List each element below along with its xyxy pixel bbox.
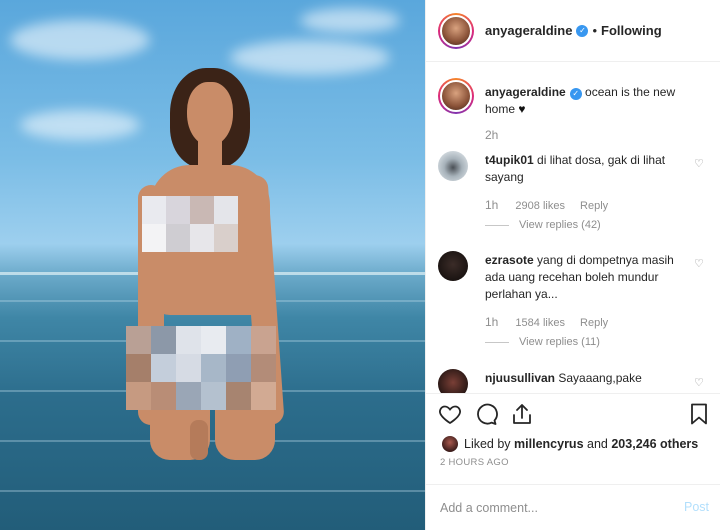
comment-username[interactable]: t4upik01	[485, 153, 534, 167]
black-heart-emoji: ♥	[518, 102, 526, 116]
caption-text-block: anyageraldine ✓ ocean is the new home ♥	[485, 84, 690, 118]
verified-badge-icon: ✓	[569, 88, 582, 100]
wave	[0, 490, 425, 492]
author-username[interactable]: anyageraldine	[485, 23, 572, 38]
comment-meta: 1h 2908 likes Reply	[485, 198, 620, 212]
wave	[0, 440, 425, 442]
commenter-avatar[interactable]	[438, 251, 468, 281]
comment-text: Sayaaang,pake	[558, 371, 642, 385]
following-button[interactable]: Following	[601, 23, 662, 38]
reply-button[interactable]: Reply	[580, 317, 608, 329]
liked-by-and: and	[587, 437, 608, 451]
post-image[interactable]	[0, 0, 425, 530]
caption-time: 2h	[485, 128, 499, 142]
figure-hand	[190, 420, 208, 460]
caption-author-avatar[interactable]	[438, 78, 474, 114]
verified-badge-icon: ✓	[576, 24, 589, 37]
share-icon[interactable]	[510, 402, 534, 426]
comment-icon[interactable]	[474, 402, 498, 426]
liked-by-line: Liked by millencyrus and 203,246 others	[442, 436, 698, 452]
cloud-shape	[10, 20, 150, 60]
caption-meta: 2h	[485, 128, 512, 142]
bookmark-icon[interactable]	[687, 402, 711, 426]
post-actions: Liked by millencyrus and 203,246 others …	[426, 393, 720, 475]
comment-like-heart-icon[interactable]: ♡	[694, 378, 705, 389]
action-icons	[438, 402, 534, 426]
comment-item: t4upik01 di lihat dosa, gak di lihat say…	[438, 151, 713, 241]
figure-face	[187, 82, 233, 146]
cloud-shape	[20, 110, 140, 140]
comment-input[interactable]	[440, 498, 660, 518]
post-sidebar: anyageraldine ✓ • Following anyageraldin…	[425, 0, 720, 530]
commenter-avatar[interactable]	[438, 369, 468, 393]
comment-likes[interactable]: 2908 likes	[515, 200, 565, 212]
avatar-photo	[440, 80, 472, 112]
reply-button[interactable]: Reply	[580, 200, 608, 212]
liked-by-prefix: Liked by	[464, 437, 511, 451]
comment-item: njuusullivan Sayaaang,pake ♡	[438, 369, 713, 393]
comment-likes[interactable]: 1584 likes	[515, 317, 565, 329]
post-header: anyageraldine ✓ • Following	[426, 0, 720, 62]
pixelated-censor-bottom	[126, 326, 276, 410]
post-comment-button[interactable]: Post	[684, 500, 709, 514]
comments-list[interactable]: anyageraldine ✓ ocean is the new home ♥ 2…	[426, 63, 720, 393]
view-replies-link[interactable]: View replies (42)	[485, 219, 601, 231]
cloud-shape	[300, 8, 400, 33]
comment-text-block: njuusullivan Sayaaang,pake	[485, 370, 690, 387]
likes-count-link[interactable]: 203,246 others	[611, 437, 698, 451]
comment-meta: 1h 1584 likes Reply	[485, 315, 620, 329]
caption: anyageraldine ✓ ocean is the new home ♥ 2…	[438, 78, 713, 148]
avatar-photo	[440, 14, 472, 47]
follow-separator: •	[592, 23, 597, 38]
liker-username[interactable]: millencyrus	[514, 437, 583, 451]
author-avatar[interactable]	[438, 12, 474, 49]
comment-username[interactable]: ezrasote	[485, 253, 534, 267]
comment-username[interactable]: njuusullivan	[485, 371, 555, 385]
comment-time: 1h	[485, 198, 499, 212]
heart-icon[interactable]	[438, 402, 462, 426]
cloud-shape	[230, 40, 390, 75]
add-comment-bar: Post	[426, 484, 720, 530]
commenter-avatar[interactable]	[438, 151, 468, 181]
liker-avatar[interactable]	[442, 436, 458, 452]
pixelated-censor-top	[142, 196, 238, 252]
view-replies-link[interactable]: View replies (11)	[485, 336, 600, 348]
caption-username[interactable]: anyageraldine	[485, 85, 566, 99]
comment-text-block: ezrasote yang di dompetnya masih ada uan…	[485, 252, 690, 303]
comment-like-heart-icon[interactable]: ♡	[694, 259, 705, 270]
comment-like-heart-icon[interactable]: ♡	[694, 159, 705, 170]
comment-text-block: t4upik01 di lihat dosa, gak di lihat say…	[485, 152, 690, 186]
comment-item: ezrasote yang di dompetnya masih ada uan…	[438, 251, 713, 351]
comment-time: 1h	[485, 315, 499, 329]
post-timestamp: 2 HOURS AGO	[440, 457, 509, 468]
